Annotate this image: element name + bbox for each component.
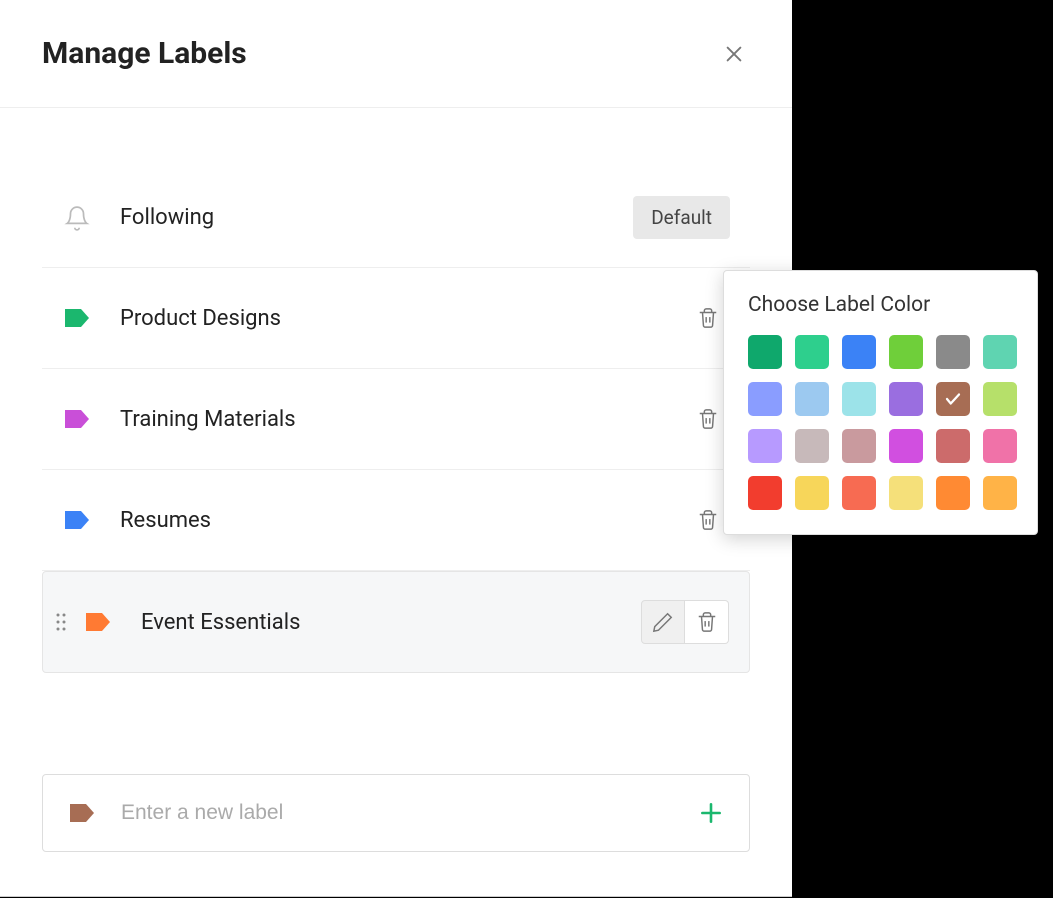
tag-icon — [62, 306, 92, 330]
trash-icon — [696, 611, 718, 633]
bell-icon — [62, 206, 92, 230]
close-icon — [723, 43, 745, 65]
label-name: Event Essentials — [141, 610, 641, 635]
color-swatch[interactable] — [748, 476, 782, 510]
default-badge: Default — [633, 196, 730, 239]
label-name: Resumes — [120, 508, 686, 533]
color-swatch[interactable] — [842, 476, 876, 510]
color-swatch[interactable] — [889, 429, 923, 463]
color-swatch[interactable] — [983, 476, 1017, 510]
edit-button[interactable] — [641, 600, 685, 644]
label-name: Product Designs — [120, 306, 686, 331]
tag-icon — [83, 610, 113, 634]
color-swatch[interactable] — [983, 335, 1017, 369]
color-swatch[interactable] — [889, 382, 923, 416]
delete-button[interactable] — [685, 600, 729, 644]
color-swatch[interactable] — [748, 335, 782, 369]
label-row-training-materials[interactable]: Training Materials — [42, 369, 750, 470]
modal-header: Manage Labels — [0, 0, 792, 108]
color-picker-popover: Choose Label Color — [723, 270, 1038, 535]
modal-title: Manage Labels — [42, 36, 247, 71]
label-row-resumes[interactable]: Resumes — [42, 470, 750, 571]
color-swatch[interactable] — [936, 382, 970, 416]
label-name: Following — [120, 205, 633, 230]
color-swatch[interactable] — [936, 476, 970, 510]
close-button[interactable] — [722, 42, 746, 66]
drag-handle-icon[interactable] — [53, 612, 69, 632]
add-label-button[interactable] — [697, 799, 725, 827]
color-swatch[interactable] — [842, 429, 876, 463]
check-icon — [944, 390, 962, 408]
new-label-input[interactable] — [121, 801, 697, 825]
color-swatch[interactable] — [795, 476, 829, 510]
trash-icon — [697, 307, 719, 329]
tag-icon — [62, 508, 92, 532]
label-name: Training Materials — [120, 407, 686, 432]
tag-icon[interactable] — [67, 801, 97, 825]
tag-icon — [62, 407, 92, 431]
label-row-product-designs[interactable]: Product Designs — [42, 268, 750, 369]
color-swatch[interactable] — [795, 429, 829, 463]
color-swatch[interactable] — [748, 429, 782, 463]
color-swatch[interactable] — [936, 335, 970, 369]
color-swatch[interactable] — [748, 382, 782, 416]
color-swatch[interactable] — [842, 382, 876, 416]
color-grid — [748, 335, 1013, 510]
plus-icon — [698, 800, 724, 826]
row-actions — [641, 600, 729, 644]
color-swatch[interactable] — [983, 382, 1017, 416]
new-label-row — [42, 774, 750, 852]
pencil-icon — [652, 611, 674, 633]
color-picker-title: Choose Label Color — [748, 293, 1013, 317]
color-swatch[interactable] — [889, 335, 923, 369]
label-row-event-essentials[interactable]: Event Essentials — [42, 571, 750, 673]
manage-labels-modal: Manage Labels Following Default — [0, 0, 792, 897]
label-row-following[interactable]: Following Default — [42, 168, 750, 268]
color-swatch[interactable] — [842, 335, 876, 369]
color-swatch[interactable] — [983, 429, 1017, 463]
labels-list: Following Default Product Designs — [0, 108, 792, 673]
color-swatch[interactable] — [936, 429, 970, 463]
color-swatch[interactable] — [795, 382, 829, 416]
trash-icon — [697, 509, 719, 531]
color-swatch[interactable] — [889, 476, 923, 510]
trash-icon — [697, 408, 719, 430]
color-swatch[interactable] — [795, 335, 829, 369]
